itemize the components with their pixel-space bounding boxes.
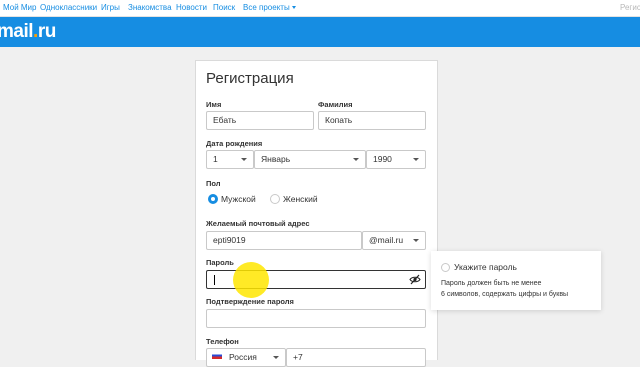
all-projects-label: Все проекты — [243, 3, 290, 12]
hint-line-2: 6 символов, содержать цифры и буквы — [441, 291, 569, 298]
chevron-down-icon — [413, 158, 419, 161]
birth-month-select[interactable]: Январь — [254, 150, 366, 169]
gender-male-radio[interactable] — [208, 194, 218, 204]
birth-month-value: Январь — [261, 154, 291, 164]
hint-title: Укажите пароль — [454, 262, 517, 272]
birth-day-select[interactable]: 1 — [206, 150, 254, 169]
gender-female-radio[interactable] — [270, 194, 280, 204]
site-header: mail.ru — [0, 17, 640, 47]
chevron-down-icon — [273, 356, 279, 359]
first-name-input[interactable]: Ебать — [206, 111, 314, 130]
password-confirm-input[interactable] — [206, 309, 426, 328]
email-input[interactable]: epti9019 — [206, 231, 362, 250]
portal-topbar: Мой Мир Одноклассники Игры Знакомства Но… — [0, 0, 640, 17]
password-confirm-label: Подтверждение пароля — [206, 297, 294, 306]
birth-day-value: 1 — [213, 154, 218, 164]
email-domain-select[interactable]: @mail.ru — [362, 231, 426, 250]
topnav-odnoklassniki[interactable]: Одноклассники — [40, 3, 97, 12]
page-title: Регистрация — [206, 70, 294, 87]
eye-off-icon[interactable] — [409, 274, 421, 285]
phone-country-value: Россия — [229, 352, 257, 362]
birth-year-value: 1990 — [373, 154, 392, 164]
phone-number-input[interactable]: +7 — [286, 348, 426, 367]
topnav-register[interactable]: Регистрация — [620, 3, 640, 12]
topnav-all-projects[interactable]: Все проекты — [243, 3, 296, 12]
birth-date-label: Дата рождения — [206, 139, 263, 148]
email-label: Желаемый почтовый адрес — [206, 219, 310, 228]
topnav-search[interactable]: Поиск — [213, 3, 235, 12]
hint-status-icon — [441, 263, 450, 272]
chevron-down-icon — [413, 239, 419, 242]
topnav-my-world[interactable]: Мой Мир — [3, 3, 36, 12]
birth-year-select[interactable]: 1990 — [366, 150, 426, 169]
topnav-games[interactable]: Игры — [101, 3, 120, 12]
email-domain-value: @mail.ru — [369, 235, 404, 245]
chevron-down-icon — [241, 158, 247, 161]
gender-label: Пол — [206, 179, 221, 188]
cursor-highlight — [233, 262, 269, 298]
gender-female-label[interactable]: Женский — [283, 194, 318, 204]
topnav-news[interactable]: Новости — [176, 3, 207, 12]
password-label: Пароль — [206, 258, 234, 267]
topnav-dating[interactable]: Знакомства — [128, 3, 172, 12]
chevron-down-icon — [291, 6, 296, 9]
gender-male-label[interactable]: Мужской — [221, 194, 256, 204]
first-name-label: Имя — [206, 100, 222, 109]
phone-label: Телефон — [206, 337, 239, 346]
text-cursor — [214, 275, 215, 285]
last-name-input[interactable]: Копать — [318, 111, 426, 130]
mailru-logo[interactable]: mail.ru — [0, 21, 56, 43]
russia-flag-icon — [212, 352, 222, 359]
hint-line-1: Пароль должен быть не менее — [441, 280, 542, 287]
last-name-label: Фамилия — [318, 100, 353, 109]
chevron-down-icon — [353, 158, 359, 161]
